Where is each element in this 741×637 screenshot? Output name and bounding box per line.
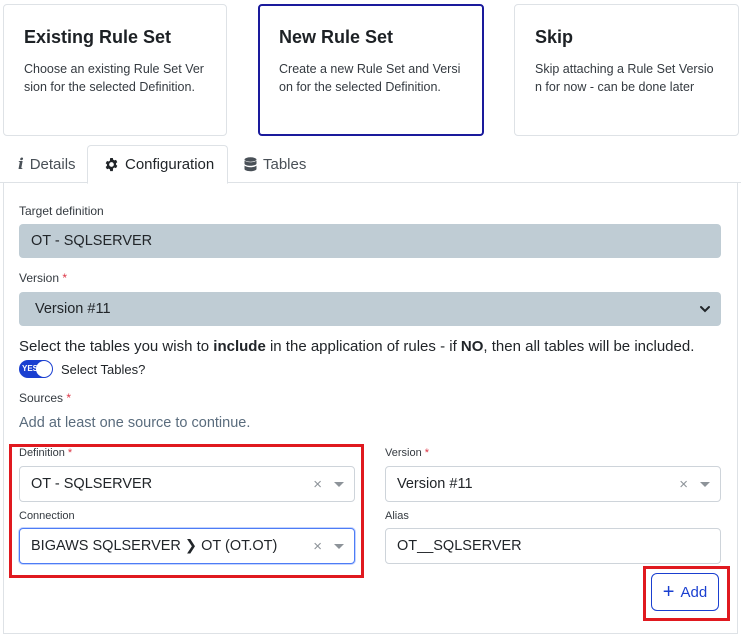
include-tables-info: Select the tables you wish to include in… — [19, 338, 694, 355]
info-prefix: Select the tables you wish to — [19, 338, 214, 355]
tab-details-label: Details — [29, 155, 76, 173]
sources-hint: Add at least one source to continue. — [19, 415, 251, 431]
source-version-label: Version * — [385, 447, 429, 459]
target-definition-value: OT - SQLSERVER — [31, 233, 153, 249]
required-asterisk: * — [62, 271, 68, 285]
source-version-select-value: Version #11 — [397, 476, 473, 492]
tab-details[interactable]: i Details — [4, 145, 90, 183]
tab-configuration[interactable]: Configuration — [87, 145, 228, 184]
select-tables-toggle-row: YES Select Tables? — [19, 360, 145, 378]
new-rule-set-title: New Rule Set — [279, 27, 394, 47]
version-label-text: Version — [19, 271, 60, 285]
alias-input-value: OT__SQLSERVER — [397, 538, 522, 554]
required-asterisk: * — [424, 447, 430, 459]
highlight-box-add — [643, 566, 730, 621]
skip-card[interactable]: Skip Skip attaching a Rule Set Version f… — [514, 4, 739, 136]
gear-icon — [104, 157, 119, 172]
caret-down-icon[interactable] — [700, 481, 710, 487]
target-definition-field: OT - SQLSERVER — [19, 224, 721, 258]
version-label: Version * — [19, 271, 67, 285]
tab-bar: i Details Configuration Tables — [0, 145, 741, 184]
highlight-box-source — [9, 444, 364, 578]
skip-description: Skip attaching a Rule Set Version for no… — [535, 62, 714, 94]
sources-label: Sources * — [19, 391, 71, 405]
new-rule-set-description: Create a new Rule Set and Version for th… — [279, 62, 461, 94]
tab-configuration-label: Configuration — [125, 156, 215, 173]
database-icon — [244, 156, 257, 172]
new-rule-set-card[interactable]: New Rule Set Create a new Rule Set and V… — [258, 4, 484, 136]
existing-rule-set-card[interactable]: Existing Rule Set Choose an existing Rul… — [3, 4, 227, 136]
info-include: include — [213, 338, 266, 355]
info-no: NO — [460, 338, 484, 355]
version-select[interactable]: Version #11 — [19, 292, 721, 326]
chevron-down-icon — [699, 303, 711, 319]
alias-input[interactable]: OT__SQLSERVER — [385, 528, 721, 564]
toggle-knob — [36, 361, 52, 377]
sources-label-text: Sources — [19, 391, 64, 405]
existing-rule-set-description: Choose an existing Rule Set Version for … — [24, 62, 204, 94]
info-mid: in the application of rules - if — [265, 338, 461, 355]
skip-title: Skip — [535, 27, 574, 47]
clear-icon[interactable]: × — [679, 476, 688, 493]
tab-tables-label: Tables — [263, 155, 307, 173]
select-tables-label: Select Tables? — [61, 361, 146, 377]
info-icon: i — [18, 155, 24, 173]
required-asterisk: * — [66, 391, 72, 405]
source-version-select[interactable]: Version #11 × — [385, 466, 721, 502]
existing-rule-set-title: Existing Rule Set — [24, 27, 172, 47]
tab-tables[interactable]: Tables — [230, 145, 320, 183]
info-suffix: , then all tables will be included. — [483, 338, 695, 355]
target-definition-label: Target definition — [19, 204, 104, 218]
source-version-label-text: Version — [385, 447, 422, 459]
select-tables-toggle[interactable]: YES — [19, 360, 53, 378]
alias-label: Alias — [385, 510, 409, 522]
version-select-value: Version #11 — [35, 301, 111, 317]
